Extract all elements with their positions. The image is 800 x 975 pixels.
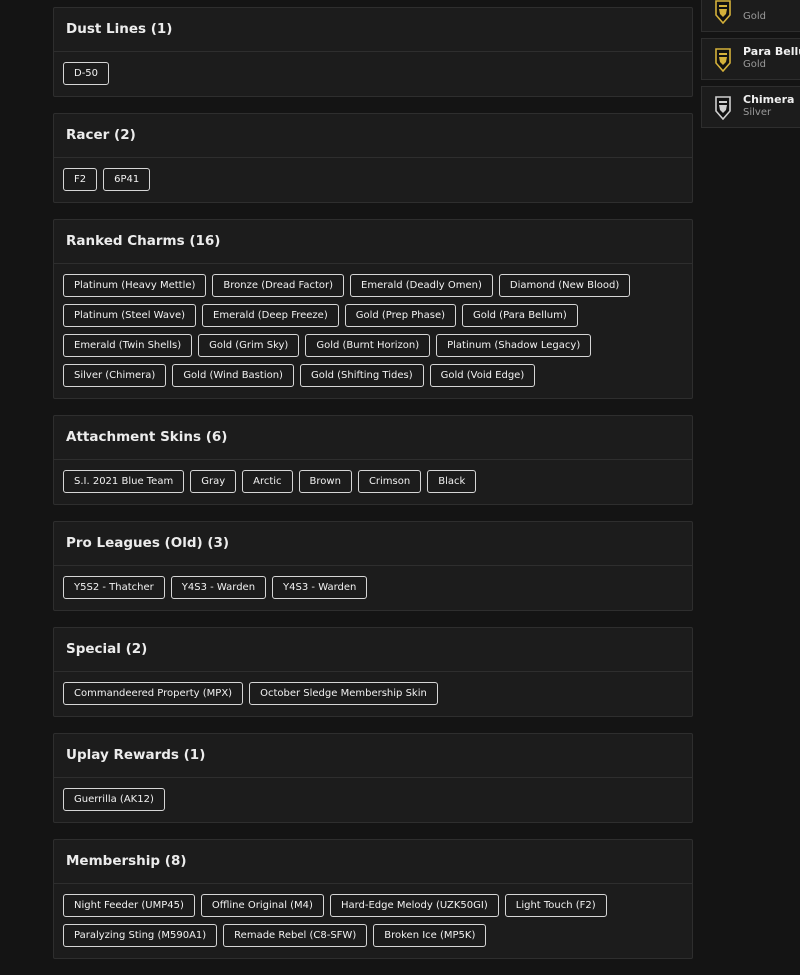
item-tag[interactable]: Y4S3 - Warden — [272, 576, 368, 599]
item-tag[interactable]: Brown — [298, 470, 352, 493]
rank-charm-tier: Gold — [743, 59, 766, 70]
section-membership: Membership (8) Night Feeder (UMP45) Offlin… — [53, 839, 693, 959]
item-tag[interactable]: Emerald (Deadly Omen) — [350, 274, 493, 297]
section-title: Pro Leagues (Old) (3) — [54, 522, 692, 566]
section-title: Ranked Charms (16) — [54, 220, 692, 264]
item-tag[interactable]: Night Feeder (UMP45) — [63, 894, 195, 917]
section-tag-list: Night Feeder (UMP45) Offline Original (M4… — [54, 884, 692, 958]
item-tag[interactable]: Platinum (Steel Wave) — [63, 304, 197, 327]
gold-rank-icon — [715, 0, 731, 24]
rank-charm-panel: GoldPara BellumGoldChimeraSilver — [701, 0, 800, 134]
section-title: Dust Lines (1) — [54, 8, 692, 52]
item-tag[interactable]: Gold (Shifting Tides) — [299, 364, 424, 387]
item-tag[interactable]: October Sledge Membership Skin — [249, 682, 438, 705]
item-tag[interactable]: Platinum (Shadow Legacy) — [436, 334, 592, 357]
item-tag[interactable]: D-50 — [63, 62, 110, 85]
section-tag-list: Commandeered Property (MPX) October Sledg… — [54, 672, 692, 716]
item-tag[interactable]: Emerald (Twin Shells) — [63, 334, 193, 357]
section-title: Racer (2) — [54, 114, 692, 158]
section-racer: Racer (2) F2 6P41 — [53, 113, 693, 203]
rank-charm-card[interactable]: Para BellumGold — [701, 38, 800, 80]
item-tag[interactable]: Black — [427, 470, 477, 493]
item-tag[interactable]: Emerald (Deep Freeze) — [202, 304, 339, 327]
section-title: Membership (8) — [54, 840, 692, 884]
collection-sections: Dust Lines (1) D-50 Racer (2) F2 6P41 Ranked … — [53, 7, 693, 975]
item-tag[interactable]: Light Touch (F2) — [504, 894, 607, 917]
item-tag[interactable]: Hard-Edge Melody (UZK50GI) — [329, 894, 499, 917]
rank-charm-name: Chimera — [743, 93, 795, 106]
item-tag[interactable]: Y5S2 - Thatcher — [63, 576, 165, 599]
item-tag[interactable]: Diamond (New Blood) — [498, 274, 631, 297]
item-tag[interactable]: 6P41 — [103, 168, 151, 191]
item-tag[interactable]: Paralyzing Sting (M590A1) — [63, 924, 218, 947]
item-tag[interactable]: S.I. 2021 Blue Team — [63, 470, 185, 493]
item-tag[interactable]: Gold (Prep Phase) — [344, 304, 456, 327]
item-tag[interactable]: F2 — [63, 168, 98, 191]
rank-charm-card[interactable]: Chimera Silver — [701, 86, 800, 128]
item-tag[interactable]: Bronze (Dread Factor) — [212, 274, 345, 297]
rank-charm-tier: Silver — [743, 107, 772, 118]
section-dust-lines: Dust Lines (1) D-50 — [53, 7, 693, 97]
item-tag[interactable]: Arctic — [242, 470, 293, 493]
item-tag[interactable]: Platinum (Heavy Mettle) — [63, 274, 207, 297]
section-attachment-skins: Attachment Skins (6) S.I. 2021 Blue Team G… — [53, 415, 693, 505]
section-tag-list: D-50 — [54, 52, 692, 96]
item-tag[interactable]: Silver (Chimera) — [63, 364, 167, 387]
item-tag[interactable]: Gold (Burnt Horizon) — [305, 334, 431, 357]
item-tag[interactable]: Broken Ice (MP5K) — [373, 924, 487, 947]
item-tag[interactable]: Commandeered Property (MPX) — [63, 682, 244, 705]
section-title: Uplay Rewards (1) — [54, 734, 692, 778]
item-tag[interactable]: Guerrilla (AK12) — [63, 788, 165, 811]
item-tag[interactable]: Remade Rebel (C8-SFW) — [223, 924, 368, 947]
silver-rank-icon — [715, 96, 731, 120]
section-special: Special (2) Commandeered Property (MPX) Oc… — [53, 627, 693, 717]
section-tag-list: S.I. 2021 Blue Team Gray Arctic Brown Crimso… — [54, 460, 692, 504]
item-tag[interactable]: Gold (Para Bellum) — [462, 304, 578, 327]
section-uplay-rewards: Uplay Rewards (1) Guerrilla (AK12) — [53, 733, 693, 823]
section-title: Special (2) — [54, 628, 692, 672]
rank-charm-tier: Gold — [743, 11, 766, 22]
section-tag-list: F2 6P41 — [54, 158, 692, 202]
item-tag[interactable]: Gold (Void Edge) — [429, 364, 536, 387]
section-ranked-charms: Ranked Charms (16) Platinum (Heavy Mettle… — [53, 219, 693, 399]
section-tag-list: Guerrilla (AK12) — [54, 778, 692, 822]
item-tag[interactable]: Gold (Grim Sky) — [198, 334, 300, 357]
item-tag[interactable]: Y4S3 - Warden — [170, 576, 267, 599]
item-tag[interactable]: Gray — [190, 470, 237, 493]
section-tag-list: Y5S2 - Thatcher Y4S3 - Warden Y4S3 - Warde… — [54, 566, 692, 610]
gold-rank-icon — [715, 48, 731, 72]
rank-charm-card[interactable]: Gold — [701, 0, 800, 32]
section-tag-list: Platinum (Heavy Mettle) Bronze (Dread Fac… — [54, 264, 692, 398]
rank-charm-name: Para Bellum — [743, 45, 800, 58]
section-title: Attachment Skins (6) — [54, 416, 692, 460]
section-pro-leagues-old: Pro Leagues (Old) (3) Y5S2 - Thatcher Y4S3… — [53, 521, 693, 611]
item-tag[interactable]: Gold (Wind Bastion) — [172, 364, 294, 387]
item-tag[interactable]: Offline Original (M4) — [200, 894, 324, 917]
item-tag[interactable]: Crimson — [357, 470, 422, 493]
